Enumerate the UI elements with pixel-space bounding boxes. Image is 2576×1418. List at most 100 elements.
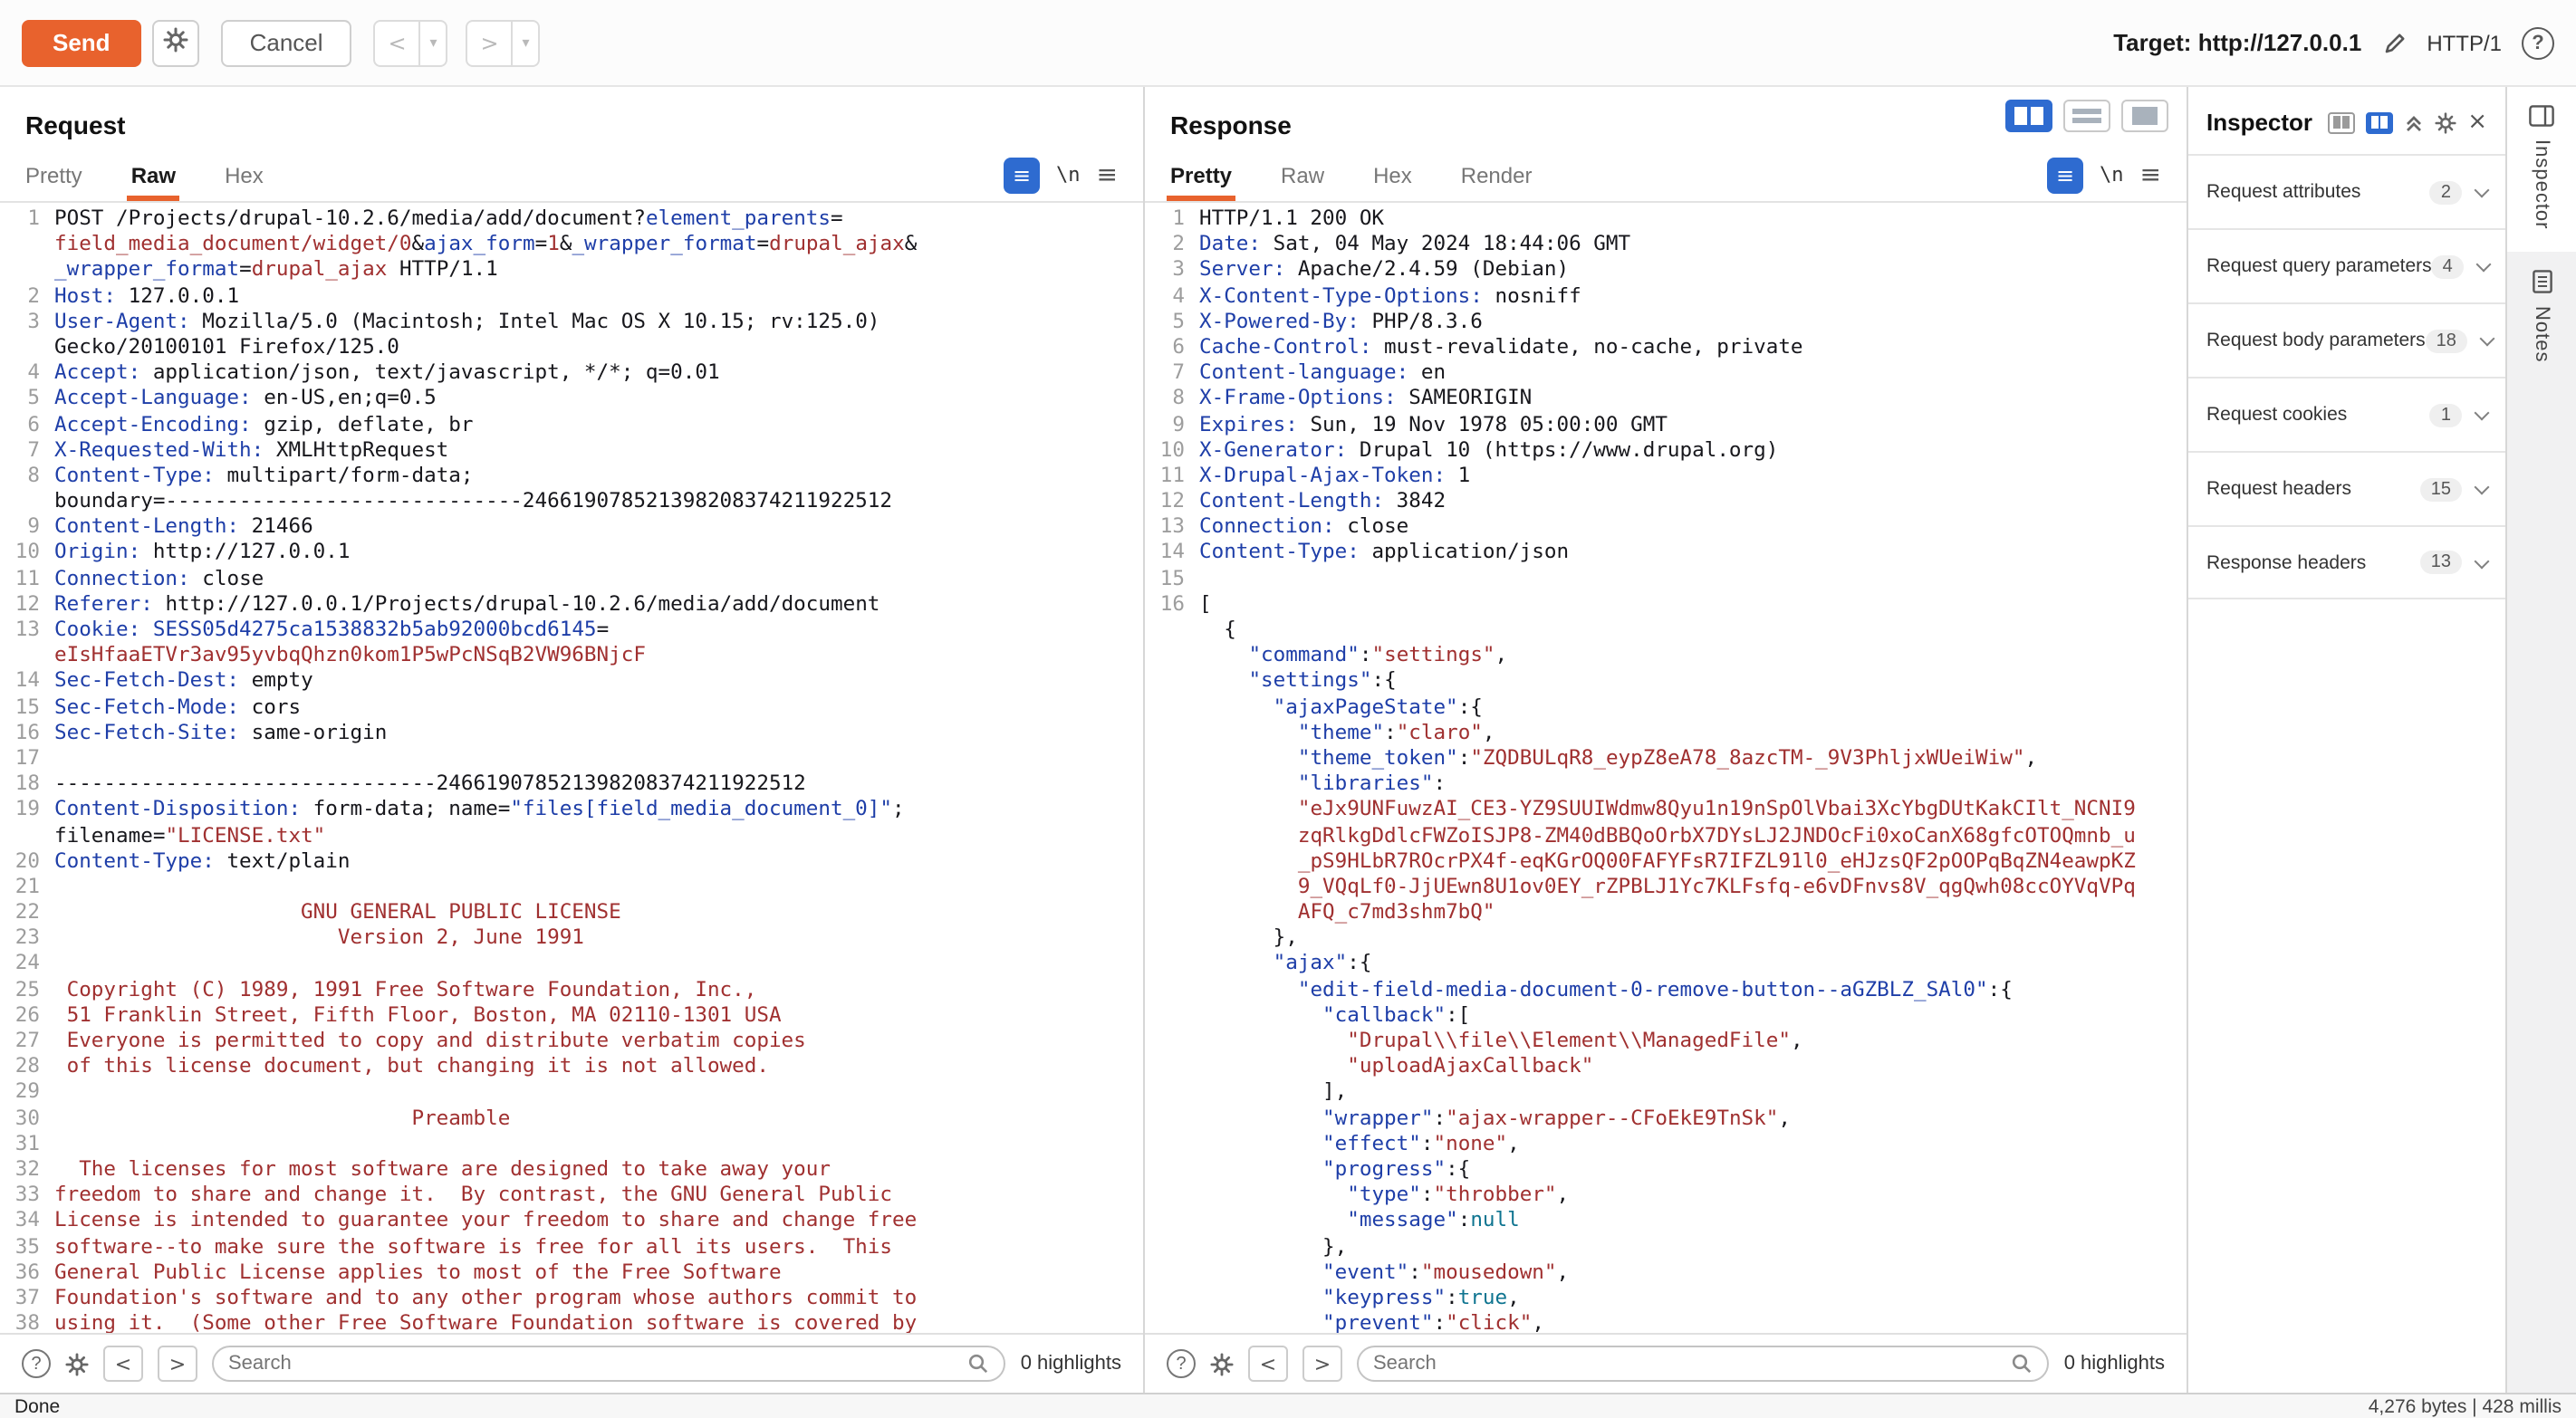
line-number: 34 <box>0 1209 54 1234</box>
line-number: 20 <box>0 848 54 874</box>
line-number <box>0 258 54 283</box>
request-editor-menu-icon[interactable]: ≡ <box>1097 160 1118 189</box>
code-line: 28 of this license document, but changin… <box>0 1054 1143 1079</box>
code-line: 20Content-Type: text/plain <box>0 848 1143 874</box>
inspector-section-request-body-parameters[interactable]: Request body parameters18 <box>2188 302 2505 377</box>
response-editor-menu-icon[interactable]: ≡ <box>2140 160 2161 189</box>
code-line: 1HTTP/1.1 200 OK <box>1145 206 2187 232</box>
request-tab-raw[interactable]: Raw <box>131 149 176 201</box>
sidebar-tab-inspector[interactable]: Inspector <box>2507 87 2576 252</box>
request-search-settings-gear-icon[interactable] <box>65 1352 89 1375</box>
code-line: 13Cookie: SESS05d4275ca1538832b5ab92000b… <box>0 618 1143 643</box>
line-number <box>0 335 54 360</box>
response-search-input[interactable] <box>1373 1353 2012 1375</box>
request-editor[interactable]: 1POST /Projects/drupal-10.2.6/media/add/… <box>0 203 1143 1333</box>
line-number <box>1145 1183 1199 1208</box>
back-dropdown-caret-icon[interactable]: ▾ <box>421 19 448 66</box>
code-line: 10X-Generator: Drupal 10 (https://www.dr… <box>1145 437 2187 463</box>
inspector-section-response-headers[interactable]: Response headers13 <box>2188 525 2505 599</box>
help-icon[interactable]: ? <box>2522 26 2554 59</box>
code-line: 26 51 Franklin Street, Fifth Floor, Bost… <box>0 1003 1143 1029</box>
response-viewer[interactable]: 1HTTP/1.1 200 OK2Date: Sat, 04 May 2024 … <box>1145 203 2187 1333</box>
inspector-view-toggle-active-icon[interactable] <box>2366 111 2393 133</box>
layout-rows-button[interactable] <box>2063 100 2110 132</box>
request-search-next-button[interactable]: > <box>158 1346 197 1382</box>
code-line: 23 Version 2, June 1991 <box>0 926 1143 952</box>
line-number: 10 <box>1145 437 1199 463</box>
http-version-selector[interactable]: HTTP/1 <box>2427 30 2502 55</box>
line-number: 10 <box>0 541 54 566</box>
inspector-settings-gear-icon[interactable] <box>2435 111 2456 133</box>
response-tab-render[interactable]: Render <box>1461 149 1533 201</box>
code-line: 3Server: Apache/2.4.59 (Debian) <box>1145 258 2187 283</box>
collapse-all-icon[interactable] <box>2404 112 2424 132</box>
cancel-button[interactable]: Cancel <box>221 19 352 66</box>
code-line: 15Sec-Fetch-Mode: cors <box>0 695 1143 720</box>
inspector-close-icon[interactable]: × <box>2467 109 2487 136</box>
response-tab-raw[interactable]: Raw <box>1281 149 1324 201</box>
line-number: 25 <box>0 977 54 1002</box>
chevron-down-icon <box>2479 331 2494 347</box>
line-number: 21 <box>0 875 54 900</box>
code-line: 5Accept-Language: en-US,en;q=0.5 <box>0 387 1143 412</box>
response-highlights-count: 0 highlights <box>2064 1353 2165 1375</box>
edit-target-pencil-icon[interactable] <box>2381 30 2407 55</box>
line-number <box>1145 1157 1199 1183</box>
history-back-button[interactable]: < ▾ <box>374 19 448 66</box>
layout-columns-button[interactable] <box>2005 100 2052 132</box>
request-tab-pretty[interactable]: Pretty <box>25 149 82 201</box>
inspector-section-request-cookies[interactable]: Request cookies1 <box>2188 377 2505 451</box>
code-line: 12Referer: http://127.0.0.1/Projects/dru… <box>0 592 1143 618</box>
code-line: "effect":"none", <box>1145 1132 2187 1157</box>
line-number: 23 <box>0 926 54 952</box>
response-prettify-button[interactable]: ≡ <box>2047 157 2083 193</box>
status-bar: Done 4,276 bytes | 428 millis <box>0 1393 2576 1418</box>
code-line: 30 Preamble <box>0 1106 1143 1131</box>
line-number: 4 <box>0 360 54 386</box>
chevron-down-icon <box>2475 257 2491 273</box>
forward-dropdown-caret-icon[interactable]: ▾ <box>514 19 541 66</box>
code-line: "uploadAjaxCallback" <box>1145 1054 2187 1079</box>
inspector-section-count: 13 <box>2420 551 2462 574</box>
request-search-prev-button[interactable]: < <box>103 1346 143 1382</box>
line-number <box>1145 746 1199 771</box>
line-number <box>1145 823 1199 848</box>
line-number <box>1145 926 1199 952</box>
inspector-section-request-query-parameters[interactable]: Request query parameters4 <box>2188 228 2505 302</box>
main-area: Request PrettyRawHex ≡ \n ≡ 1POST /Proje… <box>0 87 2576 1393</box>
line-number: 8 <box>1145 387 1199 412</box>
line-number <box>1145 1054 1199 1079</box>
code-line: 12Content-Length: 3842 <box>1145 489 2187 514</box>
response-search-help-icon[interactable]: ? <box>1167 1349 1196 1378</box>
line-number: 1 <box>0 206 54 232</box>
send-button[interactable]: Send <box>22 19 141 66</box>
inspector-section-count: 4 <box>2432 254 2464 278</box>
request-tabs-row: Pretty Raw Hex ≡ \n ≡ <box>0 149 1143 203</box>
code-line: 32 The licenses for most software are de… <box>0 1157 1143 1183</box>
code-line: 3User-Agent: Mozilla/5.0 (Macintosh; Int… <box>0 310 1143 335</box>
response-tab-pretty[interactable]: Pretty <box>1170 149 1232 201</box>
code-line: field_media_document/widget/0&ajax_form=… <box>0 232 1143 257</box>
send-settings-button[interactable] <box>152 19 199 66</box>
inspector-view-toggle-icon[interactable] <box>2328 111 2355 133</box>
sidebar-tab-notes[interactable]: Notes <box>2507 252 2576 385</box>
request-show-newlines-button[interactable]: \n <box>1056 163 1081 187</box>
inspector-section-label: Request body parameters <box>2206 330 2426 351</box>
layout-single-button[interactable] <box>2121 100 2168 132</box>
history-forward-button[interactable]: > ▾ <box>466 19 541 66</box>
request-search-help-icon[interactable]: ? <box>22 1349 51 1378</box>
inspector-section-request-attributes[interactable]: Request attributes2 <box>2188 154 2505 228</box>
line-number: 2 <box>1145 232 1199 257</box>
request-prettify-button[interactable]: ≡ <box>1004 157 1040 193</box>
response-search-settings-gear-icon[interactable] <box>1210 1352 1234 1375</box>
response-search-next-button[interactable]: > <box>1302 1346 1342 1382</box>
response-tab-hex[interactable]: Hex <box>1373 149 1412 201</box>
repeater-layout-toggle <box>2005 100 2168 132</box>
inspector-section-request-headers[interactable]: Request headers15 <box>2188 451 2505 525</box>
request-tab-hex[interactable]: Hex <box>225 149 264 201</box>
request-search-input[interactable] <box>228 1353 968 1375</box>
line-number: 13 <box>0 618 54 643</box>
line-number <box>1145 618 1199 643</box>
response-show-newlines-button[interactable]: \n <box>2100 163 2124 187</box>
response-search-prev-button[interactable]: < <box>1248 1346 1288 1382</box>
